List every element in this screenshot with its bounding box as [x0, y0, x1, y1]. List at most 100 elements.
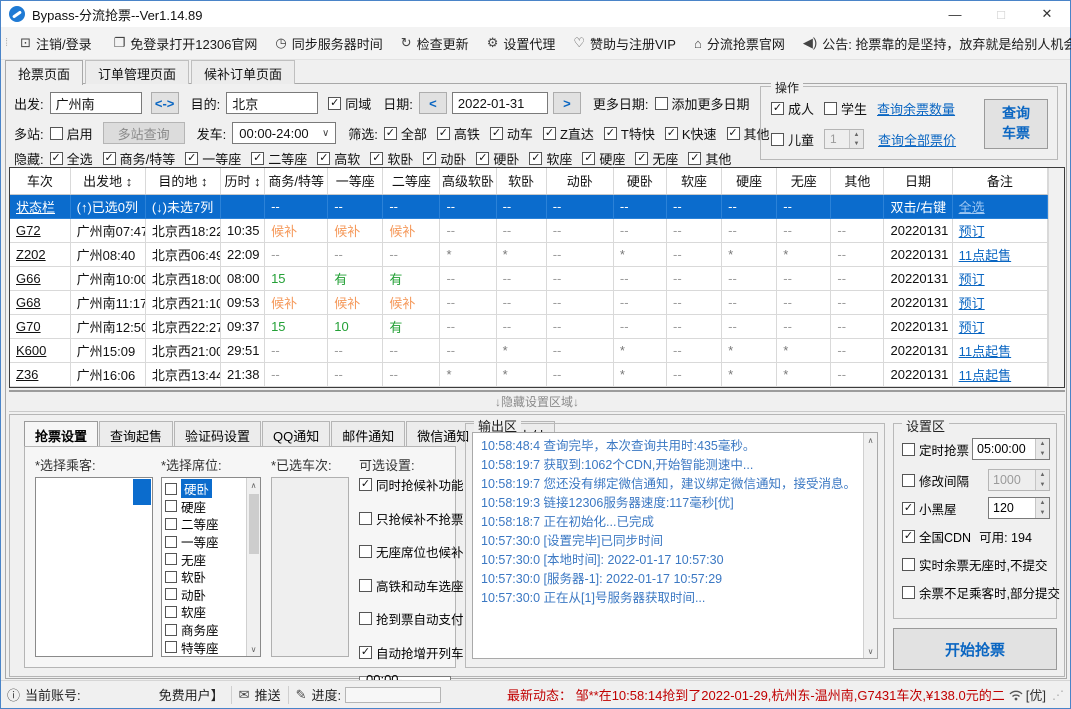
hide-checkbox-软卧[interactable]: 软卧: [370, 149, 413, 168]
seat-option-二等座[interactable]: 二等座: [165, 515, 246, 533]
table-row[interactable]: Z202广州08:40北京西06:4922:09------**--*--**-…: [10, 242, 1048, 266]
checkbox[interactable]: [604, 127, 617, 140]
tab-候补订单页面[interactable]: 候补订单页面: [191, 60, 295, 84]
checkbox[interactable]: [103, 152, 116, 165]
config-checkbox-余票不足乘客时,部分提交[interactable]: 余票不足乘客时,部分提交: [902, 583, 1060, 602]
hide-checkbox-商务/特等[interactable]: 商务/特等: [103, 149, 176, 168]
stepper-arrows-icon[interactable]: ▲▼: [849, 130, 863, 148]
filter-checkbox-Z直达[interactable]: Z直达: [543, 124, 594, 143]
checkbox[interactable]: [902, 586, 915, 599]
column-header[interactable]: 一等座: [328, 168, 383, 194]
column-header[interactable]: 备注: [952, 168, 1047, 194]
dest-input[interactable]: 北京: [226, 92, 318, 114]
checkbox[interactable]: [165, 536, 177, 548]
option-checkbox-高铁和动车选座[interactable]: 高铁和动车选座: [359, 576, 455, 595]
checkbox[interactable]: [902, 502, 915, 515]
checkbox[interactable]: [665, 127, 678, 140]
column-header[interactable]: 历时 ↕: [220, 168, 264, 194]
resize-grip[interactable]: ⋰: [1052, 688, 1064, 702]
start-grab-button[interactable]: 开始抢票: [893, 628, 1057, 670]
table-row[interactable]: G72广州南07:47北京西18:2210:35候补候补候补----------…: [10, 218, 1048, 242]
seat-option-软座[interactable]: 软座: [165, 603, 246, 621]
remark-link[interactable]: 预订: [959, 224, 985, 239]
menu-item[interactable]: ⊡注销/登录: [20, 34, 92, 53]
checkbox[interactable]: [165, 553, 177, 565]
option-checkbox-自动抢增开列车[interactable]: 自动抢增开列车: [359, 643, 455, 662]
menu-item[interactable]: ↻检查更新: [401, 34, 469, 53]
checkbox[interactable]: [165, 571, 177, 583]
query-all-prices-link[interactable]: 查询全部票价: [878, 130, 956, 149]
hide-checkbox-全选[interactable]: 全选: [50, 149, 93, 168]
stepper-arrows-icon[interactable]: ▲▼: [1035, 439, 1049, 459]
stepper-value[interactable]: 1000: [989, 470, 1035, 490]
hide-checkbox-无座[interactable]: 无座: [635, 149, 678, 168]
column-header[interactable]: 出发地 ↕: [70, 168, 145, 194]
table-row[interactable]: Z36广州16:06北京西13:4421:38------**--*--**--…: [10, 362, 1048, 386]
hide-checkbox-硬座[interactable]: 硬座: [582, 149, 625, 168]
remark-link[interactable]: 11点起售: [959, 248, 1012, 263]
config-checkbox-实时余票无座时,不提交[interactable]: 实时余票无座时,不提交: [902, 555, 1047, 574]
child-checkbox[interactable]: 儿童: [771, 130, 814, 149]
student-checkbox[interactable]: 学生: [824, 99, 867, 118]
stepper-arrows-icon[interactable]: ▲▼: [1035, 470, 1049, 490]
checkbox[interactable]: [359, 579, 372, 592]
menu-item[interactable]: ⌂分流抢票官网: [694, 34, 785, 53]
hide-checkbox-高软[interactable]: 高软: [317, 149, 360, 168]
seat-option-特等座[interactable]: 特等座: [165, 638, 246, 656]
checkbox[interactable]: [490, 127, 503, 140]
train-number[interactable]: Z202: [10, 242, 70, 266]
checkbox[interactable]: [771, 133, 784, 146]
column-header[interactable]: 软卧: [496, 168, 546, 194]
column-header[interactable]: 二等座: [383, 168, 440, 194]
checkbox[interactable]: [50, 127, 63, 140]
close-button[interactable]: ✕: [1024, 1, 1070, 27]
table-row[interactable]: K600广州15:09北京西21:0029:51--------*--*--**…: [10, 338, 1048, 362]
option-checkbox-只抢候补不抢票[interactable]: 只抢候补不抢票: [359, 509, 455, 528]
stepper-arrows-icon[interactable]: ▲▼: [1035, 498, 1049, 518]
minimize-button[interactable]: —: [932, 1, 978, 27]
checkbox[interactable]: [165, 483, 177, 495]
filter-checkbox-动车[interactable]: 动车: [490, 124, 533, 143]
train-number[interactable]: G70: [10, 314, 70, 338]
checkbox[interactable]: [423, 152, 436, 165]
checkbox[interactable]: [543, 127, 556, 140]
checkbox[interactable]: [165, 588, 177, 600]
column-header[interactable]: 日期: [884, 168, 952, 194]
depart-time-combo[interactable]: 00:00-24:00∨: [232, 122, 336, 144]
checkbox[interactable]: [165, 606, 177, 618]
stepper-value[interactable]: 05:00:00: [973, 439, 1035, 459]
option-checkbox-同时抢候补功能[interactable]: 同时抢候补功能: [359, 475, 455, 494]
seat-option-硬卧[interactable]: 硬卧: [165, 480, 246, 498]
checkbox[interactable]: [359, 478, 372, 491]
checkbox[interactable]: [902, 474, 915, 487]
checkbox[interactable]: [50, 152, 63, 165]
status-row[interactable]: 状态栏(↑)已选0列(↓)未选7列--------------------双击/…: [10, 194, 1048, 218]
child-count-stepper[interactable]: 1 ▲▼: [824, 129, 864, 149]
column-header[interactable]: 高级软卧: [440, 168, 496, 194]
config-stepper-修改间隔[interactable]: 1000▲▼: [988, 469, 1050, 491]
remark-link[interactable]: 预订: [959, 296, 985, 311]
checkbox[interactable]: [359, 612, 372, 625]
output-log[interactable]: 10:58:48:4 查询完毕，本次查询共用时:435毫秒。10:58:19:7…: [472, 432, 878, 659]
checkbox[interactable]: [165, 641, 177, 653]
checkbox[interactable]: [824, 102, 837, 115]
seat-option-一等座[interactable]: 一等座: [165, 533, 246, 551]
seat-scroll-thumb[interactable]: [249, 494, 259, 554]
passenger-scroll-thumb[interactable]: [133, 479, 151, 505]
column-header[interactable]: 无座: [777, 168, 831, 194]
option-checkbox-无座席位也候补[interactable]: 无座席位也候补: [359, 542, 455, 561]
checkbox[interactable]: [165, 518, 177, 530]
seat-scrollbar[interactable]: ∧ ∨: [246, 478, 260, 656]
train-number[interactable]: G66: [10, 266, 70, 290]
depart-input[interactable]: 广州南: [50, 92, 142, 114]
query-tickets-button[interactable]: 查询车票: [984, 99, 1048, 149]
seat-option-动卧[interactable]: 动卧: [165, 586, 246, 604]
remark-link[interactable]: 11点起售: [959, 344, 1012, 359]
multi-station-enable-checkbox[interactable]: 启用: [50, 124, 93, 143]
column-header[interactable]: 硬座: [722, 168, 777, 194]
filter-checkbox-K快速[interactable]: K快速: [665, 124, 717, 143]
checkbox[interactable]: [771, 102, 784, 115]
checkbox[interactable]: [727, 127, 740, 140]
adult-checkbox[interactable]: 成人: [771, 99, 814, 118]
config-checkbox-定时抢票[interactable]: 定时抢票: [902, 440, 969, 459]
